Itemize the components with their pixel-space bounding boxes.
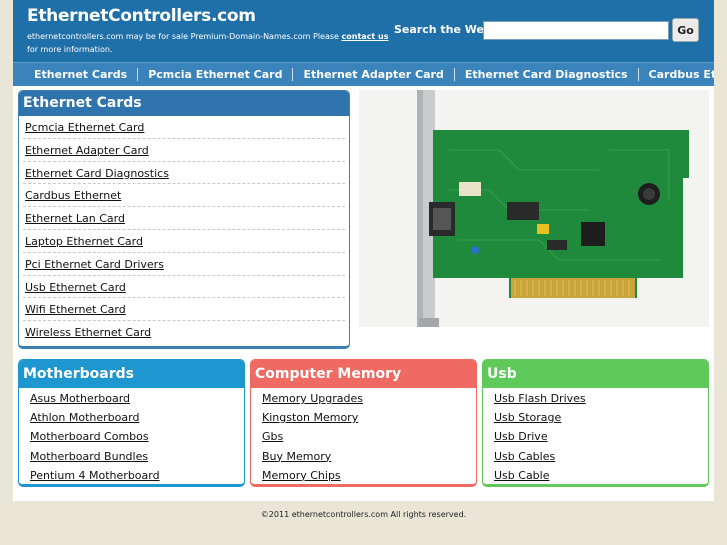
computer-memory-list: Memory Upgrades Kingston Memory Gbs Buy …: [251, 388, 476, 484]
list-item[interactable]: Usb Cables: [494, 449, 708, 468]
site-header: EthernetControllers.com ethernetcontroll…: [13, 0, 714, 62]
sale-notice: ethernetcontrollers.com may be for sale …: [27, 30, 389, 56]
list-item[interactable]: Usb Flash Drives: [494, 391, 708, 410]
contact-us-link[interactable]: contact us: [342, 32, 389, 41]
content-area: Ethernet Cards Pcmcia Ethernet Card Ethe…: [13, 86, 714, 501]
list-item[interactable]: Ethernet Lan Card: [23, 207, 345, 230]
link-motherboard-bundles[interactable]: Motherboard Bundles: [30, 450, 148, 463]
link-cardbus-ethernet[interactable]: Cardbus Ethernet: [25, 189, 121, 202]
link-buy-memory[interactable]: Buy Memory: [262, 450, 331, 463]
list-item[interactable]: Cardbus Ethernet: [23, 184, 345, 208]
network-card-photo: [359, 90, 709, 327]
link-usb-flash-drives[interactable]: Usb Flash Drives: [494, 392, 586, 405]
link-wireless-ethernet-card[interactable]: Wireless Ethernet Card: [25, 326, 151, 339]
list-item[interactable]: Pentium 4 Motherboard: [30, 468, 244, 484]
computer-memory-box: Computer Memory Memory Upgrades Kingston…: [250, 359, 477, 487]
list-item[interactable]: Wireless Ethernet Card: [23, 321, 345, 344]
list-item[interactable]: Asus Motherboard: [30, 391, 244, 410]
footer-copyright: ©2011 ethernetcontrollers.com All rights…: [260, 510, 467, 519]
list-item[interactable]: Kingston Memory: [262, 410, 476, 429]
usb-box: Usb Usb Flash Drives Usb Storage Usb Dri…: [482, 359, 709, 487]
nav-item-ethernet-adapter-card[interactable]: Ethernet Adapter Card: [293, 68, 455, 81]
link-athlon-motherboard[interactable]: Athlon Motherboard: [30, 411, 139, 424]
link-pci-ethernet-card-drivers[interactable]: Pci Ethernet Card Drivers: [25, 258, 164, 271]
search-input[interactable]: [483, 21, 669, 40]
nav-item-ethernet-card-diagnostics[interactable]: Ethernet Card Diagnostics: [455, 68, 639, 81]
ethernet-cards-list: Pcmcia Ethernet Card Ethernet Adapter Ca…: [19, 116, 349, 344]
link-memory-upgrades[interactable]: Memory Upgrades: [262, 392, 363, 405]
list-item[interactable]: Ethernet Card Diagnostics: [23, 162, 345, 185]
network-card-illustration: [359, 90, 709, 327]
link-ethernet-card-diagnostics[interactable]: Ethernet Card Diagnostics: [25, 167, 169, 180]
link-wifi-ethernet-card[interactable]: Wifi Ethernet Card: [25, 303, 126, 316]
list-item[interactable]: Memory Chips: [262, 468, 476, 484]
list-item[interactable]: Usb Ethernet Card: [23, 276, 345, 299]
link-usb-cable[interactable]: Usb Cable: [494, 469, 550, 482]
link-gbs[interactable]: Gbs: [262, 430, 283, 443]
ethernet-cards-box: Ethernet Cards Pcmcia Ethernet Card Ethe…: [18, 90, 350, 349]
top-navigation: Ethernet Cards Pcmcia Ethernet Card Ethe…: [13, 62, 714, 86]
link-pentium-4-motherboard[interactable]: Pentium 4 Motherboard: [30, 469, 160, 482]
list-item[interactable]: Ethernet Adapter Card: [23, 139, 345, 162]
notice-tail: for more information.: [27, 45, 113, 54]
motherboards-box: Motherboards Asus Motherboard Athlon Mot…: [18, 359, 245, 487]
search-label: Search the Web:: [394, 23, 497, 36]
link-asus-motherboard[interactable]: Asus Motherboard: [30, 392, 130, 405]
list-item[interactable]: Pcmcia Ethernet Card: [23, 116, 345, 139]
list-item[interactable]: Buy Memory: [262, 449, 476, 468]
list-item[interactable]: Motherboard Bundles: [30, 449, 244, 468]
go-button[interactable]: Go: [672, 18, 699, 42]
nav-item-ethernet-cards[interactable]: Ethernet Cards: [13, 68, 139, 81]
link-usb-storage[interactable]: Usb Storage: [494, 411, 561, 424]
link-usb-ethernet-card[interactable]: Usb Ethernet Card: [25, 281, 126, 294]
usb-list: Usb Flash Drives Usb Storage Usb Drive U…: [483, 388, 708, 484]
site-title[interactable]: EthernetControllers.com: [27, 6, 256, 26]
list-item[interactable]: Pci Ethernet Card Drivers: [23, 253, 345, 276]
notice-text: ethernetcontrollers.com may be for sale …: [27, 32, 342, 41]
motherboards-title: Motherboards: [19, 360, 244, 388]
list-item[interactable]: Wifi Ethernet Card: [23, 298, 345, 322]
link-ethernet-lan-card[interactable]: Ethernet Lan Card: [25, 212, 125, 225]
motherboards-list: Asus Motherboard Athlon Motherboard Moth…: [19, 388, 244, 484]
list-item[interactable]: Athlon Motherboard: [30, 410, 244, 429]
link-ethernet-adapter-card[interactable]: Ethernet Adapter Card: [25, 144, 149, 157]
usb-title: Usb: [483, 360, 708, 388]
list-item[interactable]: Motherboard Combos: [30, 429, 244, 448]
list-item[interactable]: Laptop Ethernet Card: [23, 230, 345, 253]
link-pcmcia-ethernet-card[interactable]: Pcmcia Ethernet Card: [25, 121, 144, 134]
list-item[interactable]: Gbs: [262, 429, 476, 448]
nav-item-pcmcia-ethernet-card[interactable]: Pcmcia Ethernet Card: [138, 68, 294, 81]
link-motherboard-combos[interactable]: Motherboard Combos: [30, 430, 149, 443]
link-kingston-memory[interactable]: Kingston Memory: [262, 411, 358, 424]
computer-memory-title: Computer Memory: [251, 360, 476, 388]
link-usb-drive[interactable]: Usb Drive: [494, 430, 548, 443]
list-item[interactable]: Usb Drive: [494, 429, 708, 448]
link-usb-cables[interactable]: Usb Cables: [494, 450, 555, 463]
list-item[interactable]: Usb Cable: [494, 468, 708, 484]
ethernet-cards-title: Ethernet Cards: [19, 91, 349, 116]
list-item[interactable]: Memory Upgrades: [262, 391, 476, 410]
link-memory-chips[interactable]: Memory Chips: [262, 469, 341, 482]
link-laptop-ethernet-card[interactable]: Laptop Ethernet Card: [25, 235, 143, 248]
nav-item-cardbus-ethernet[interactable]: Cardbus Ethernet: [639, 68, 714, 81]
list-item[interactable]: Usb Storage: [494, 410, 708, 429]
